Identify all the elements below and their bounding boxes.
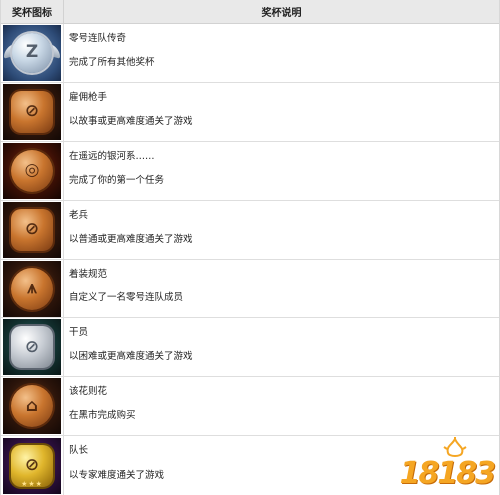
trophy-name: 老兵 — [69, 209, 89, 221]
watermark-text: 18183 — [399, 456, 496, 491]
trophy-description-cell: 零号连队传奇 完成了所有其他奖杯 — [64, 24, 499, 82]
armor-emblem-icon: ⩚ — [11, 267, 53, 310]
table-row: Z 零号连队传奇 完成了所有其他奖杯 — [1, 24, 499, 83]
trophy-table: 奖杯图标 奖杯说明 Z 零号连队传奇 完成了所有其他奖杯 ⊘ 雇佣枪手 以故事或… — [0, 0, 500, 495]
trophy-icon-cell: ⊘ ★★★ — [1, 436, 64, 495]
table-row: ◎ 在遥远的银河系…… 完成了你的第一个任务 — [1, 141, 499, 201]
trophy-icon-cell: ⌂ — [1, 377, 64, 436]
trophy-name: 在遥远的银河系…… — [69, 150, 155, 162]
trophy-icon-tile: ⩚ — [3, 260, 61, 317]
z-emblem-icon: ⊘ — [11, 326, 53, 369]
trophy-name: 着装规范 — [69, 268, 108, 280]
trophy-description: 以普通或更高难度通关了游戏 — [69, 233, 193, 245]
signal-emblem-icon: ◎ — [11, 149, 53, 192]
trophy-name: 雇佣枪手 — [69, 91, 108, 103]
z-emblem-icon: ⊘ — [11, 208, 53, 251]
header-icon-column: 奖杯图标 — [1, 0, 64, 23]
trophy-description: 自定义了一名零号连队成员 — [69, 292, 184, 304]
winged-emblem-icon: Z — [12, 32, 52, 73]
trophy-icon-cell: ⩚ — [1, 259, 64, 318]
trophy-icon-cell: ⊘ — [1, 82, 64, 141]
trophy-icon-tile: Z — [3, 24, 61, 81]
trophy-icon-tile: ⊘ — [3, 319, 61, 376]
z-emblem-icon: ⊘ — [11, 90, 53, 133]
table-row: ⊘ 雇佣枪手 以故事或更高难度通关了游戏 — [1, 82, 499, 142]
trophy-description: 以困难或更高难度通关了游戏 — [69, 351, 193, 363]
trophy-description-cell: 着装规范 自定义了一名零号连队成员 — [64, 260, 499, 318]
site-watermark-logo: 18183 — [398, 435, 496, 491]
trophy-description-cell: 在遥远的银河系…… 完成了你的第一个任务 — [64, 142, 499, 200]
trophy-icon-cell: ⊘ — [1, 200, 64, 259]
trophy-description-cell: 干员 以困难或更高难度通关了游戏 — [64, 318, 499, 376]
trophy-description: 完成了所有其他奖杯 — [69, 56, 155, 68]
trophy-name: 干员 — [69, 327, 89, 339]
trophy-description-cell: 该花则花 在黑市完成购买 — [64, 377, 499, 435]
trophy-description: 以故事或更高难度通关了游戏 — [69, 115, 193, 127]
trophy-icon-tile: ◎ — [3, 142, 61, 199]
trophy-description-cell: 老兵 以普通或更高难度通关了游戏 — [64, 201, 499, 259]
bag-emblem-icon: ⌂ — [11, 385, 53, 428]
table-row: ⊘ 老兵 以普通或更高难度通关了游戏 — [1, 200, 499, 260]
table-row: ⌂ 该花则花 在黑市完成购买 — [1, 377, 499, 437]
trophy-description-cell: 雇佣枪手 以故事或更高难度通关了游戏 — [64, 83, 499, 141]
trophy-icon-cell: Z — [1, 24, 64, 82]
table-header: 奖杯图标 奖杯说明 — [1, 0, 499, 24]
trophy-description: 在黑市完成购买 — [69, 410, 136, 422]
trophy-icon-tile: ⌂ — [3, 378, 61, 435]
trophy-name: 该花则花 — [69, 386, 108, 398]
stars-icon: ★★★ — [21, 479, 43, 488]
trophy-description: 完成了你的第一个任务 — [69, 174, 165, 186]
trophy-icon-cell: ◎ — [1, 141, 64, 200]
trophy-icon-cell: ⊘ — [1, 318, 64, 377]
trophy-icon-tile: ⊘ ★★★ — [3, 437, 61, 494]
trophy-icon-tile: ⊘ — [3, 201, 61, 258]
trophy-name: 零号连队传奇 — [69, 33, 127, 44]
table-row: ⊘ 干员 以困难或更高难度通关了游戏 — [1, 318, 499, 378]
trophy-icon-tile: ⊘ — [3, 83, 61, 140]
header-description-column: 奖杯说明 — [261, 8, 302, 19]
table-row: ⩚ 着装规范 自定义了一名零号连队成员 — [1, 259, 499, 319]
